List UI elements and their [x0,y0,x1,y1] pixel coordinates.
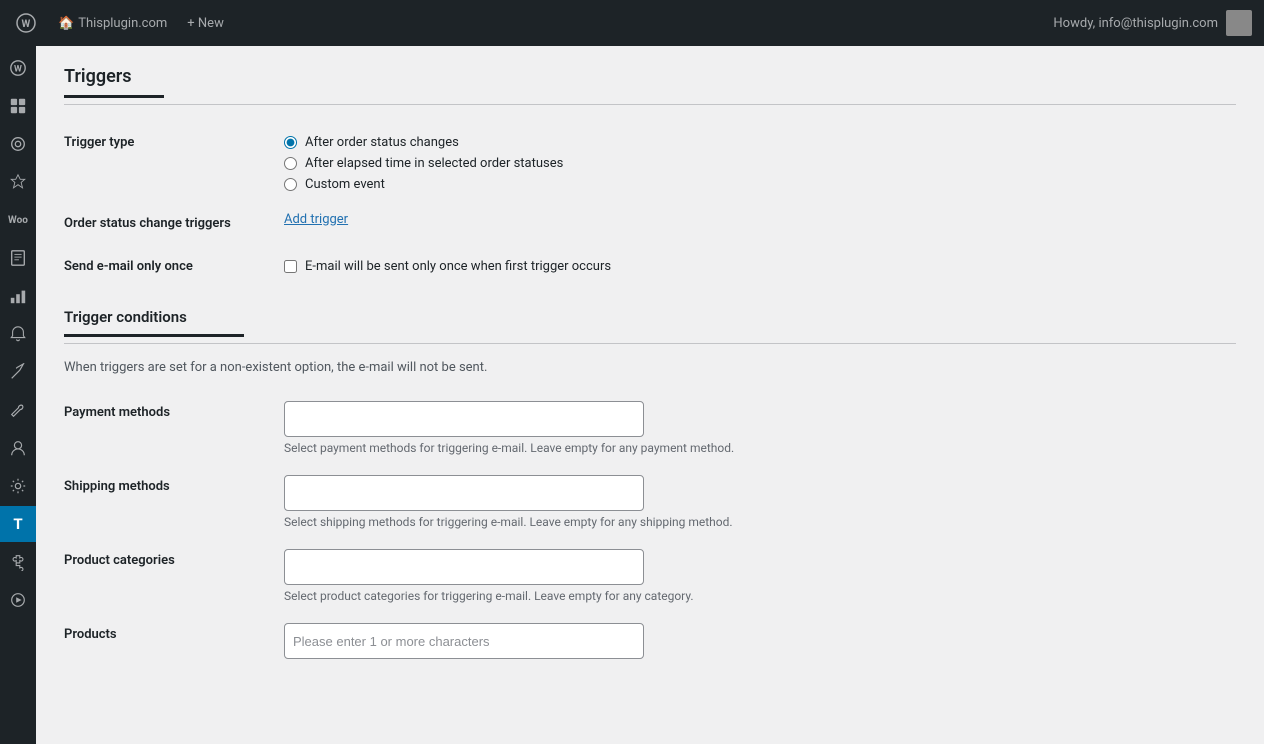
add-trigger-link[interactable]: Add trigger [284,212,348,227]
sidebar-icon-woo[interactable]: Woo [0,202,36,238]
sidebar-icon-analytics[interactable] [0,278,36,314]
send-email-once-checkbox[interactable] [284,260,297,273]
radio-after-elapsed-label: After elapsed time in selected order sta… [305,156,563,171]
admin-bar-new[interactable]: + New [177,0,234,46]
trigger-conditions-section: Trigger conditions When triggers are set… [64,308,1236,669]
order-status-change-value: Add trigger [284,202,1236,245]
sidebar-icon-ring[interactable] [0,126,36,162]
send-email-once-row: Send e-mail only once E-mail will be sen… [64,245,1236,288]
send-email-once-checkbox-label[interactable]: E-mail will be sent only once when first… [284,259,1236,274]
trigger-conditions-title: Trigger conditions [64,308,244,337]
shipping-methods-input[interactable] [284,475,644,511]
sidebar-icon-notifications[interactable] [0,316,36,352]
sidebar-icon-user[interactable] [0,430,36,466]
woo-label: Woo [8,215,28,226]
admin-bar-site[interactable]: 🏠 Thisplugin.com [48,0,177,46]
shipping-methods-field: Select shipping methods for triggering e… [284,465,1236,539]
page-title: Triggers [64,66,164,98]
sidebar-icon-play[interactable] [0,582,36,618]
radio-custom-event-input[interactable] [284,178,297,191]
product-categories-field: Select product categories for triggering… [284,539,1236,613]
svg-text:W: W [14,65,22,75]
new-label: + New [187,16,224,31]
product-categories-label: Product categories [64,539,284,613]
trigger-type-row: Trigger type After order status changes … [64,121,1236,202]
radio-custom-event[interactable]: Custom event [284,177,1236,192]
sidebar-icon-settings[interactable] [0,468,36,504]
avatar[interactable] [1226,10,1252,36]
radio-custom-event-label: Custom event [305,177,385,192]
sidebar-icon-tools1[interactable] [0,354,36,390]
sidebar-icon-plugin-active[interactable]: T [0,506,36,542]
sidebar-icon-puzzle[interactable] [0,544,36,580]
sidebar-icon-pages[interactable] [0,240,36,276]
site-name: Thisplugin.com [78,16,167,31]
payment-methods-field: Select payment methods for triggering e-… [284,391,1236,465]
svg-text:W: W [22,19,31,30]
sidebar: W Woo [0,46,36,744]
radio-after-elapsed-input[interactable] [284,157,297,170]
trigger-type-options: After order status changes After elapsed… [284,121,1236,202]
shipping-methods-hint: Select shipping methods for triggering e… [284,515,784,529]
sidebar-icon-pin[interactable] [0,164,36,200]
radio-after-order-status-input[interactable] [284,136,297,149]
products-row: Products [64,613,1236,669]
section-divider-top [64,104,1236,105]
radio-after-order-status-label: After order status changes [305,135,459,150]
section-divider-conditions [64,343,1236,344]
radio-after-elapsed[interactable]: After elapsed time in selected order sta… [284,156,1236,171]
order-status-change-label: Order status change triggers [64,202,284,245]
product-categories-input[interactable] [284,549,644,585]
triggers-section: Triggers Trigger type After order status… [64,66,1236,288]
payment-methods-input[interactable] [284,401,644,437]
trigger-type-table: Trigger type After order status changes … [64,121,1236,288]
radio-group: After order status changes After elapsed… [284,135,1236,192]
products-input[interactable] [284,623,644,659]
conditions-table: Payment methods Select payment methods f… [64,391,1236,669]
payment-methods-row: Payment methods Select payment methods f… [64,391,1236,465]
shipping-methods-label: Shipping methods [64,465,284,539]
sidebar-icon-wp[interactable]: W [0,50,36,86]
product-categories-row: Product categories Select product catego… [64,539,1236,613]
trigger-type-label: Trigger type [64,121,284,202]
product-categories-hint: Select product categories for triggering… [284,589,784,603]
layout: W Woo [0,0,1264,744]
radio-after-order-status[interactable]: After order status changes [284,135,1236,150]
sidebar-icon-tools2[interactable] [0,392,36,428]
shipping-methods-row: Shipping methods Select shipping methods… [64,465,1236,539]
wp-logo-icon[interactable]: W [8,5,44,41]
howdy-text: Howdy, info@thisplugin.com [1053,16,1218,31]
admin-bar-right: Howdy, info@thisplugin.com [1053,10,1264,36]
send-email-once-value: E-mail will be sent only once when first… [284,245,1236,288]
main-content: Triggers Trigger type After order status… [36,46,1264,744]
site-home-icon: 🏠 [58,16,74,31]
send-email-once-label: Send e-mail only once [64,245,284,288]
send-email-once-checkbox-text: E-mail will be sent only once when first… [305,259,611,274]
conditions-info-text: When triggers are set for a non-existent… [64,360,1236,375]
products-label: Products [64,613,284,669]
products-field [284,613,1236,669]
order-status-change-row: Order status change triggers Add trigger [64,202,1236,245]
payment-methods-hint: Select payment methods for triggering e-… [284,441,784,455]
plugin-icon-letter: T [13,515,22,533]
payment-methods-label: Payment methods [64,391,284,465]
admin-bar: W 🏠 Thisplugin.com + New Howdy, info@thi… [0,0,1264,46]
sidebar-icon-dashboard[interactable] [0,88,36,124]
